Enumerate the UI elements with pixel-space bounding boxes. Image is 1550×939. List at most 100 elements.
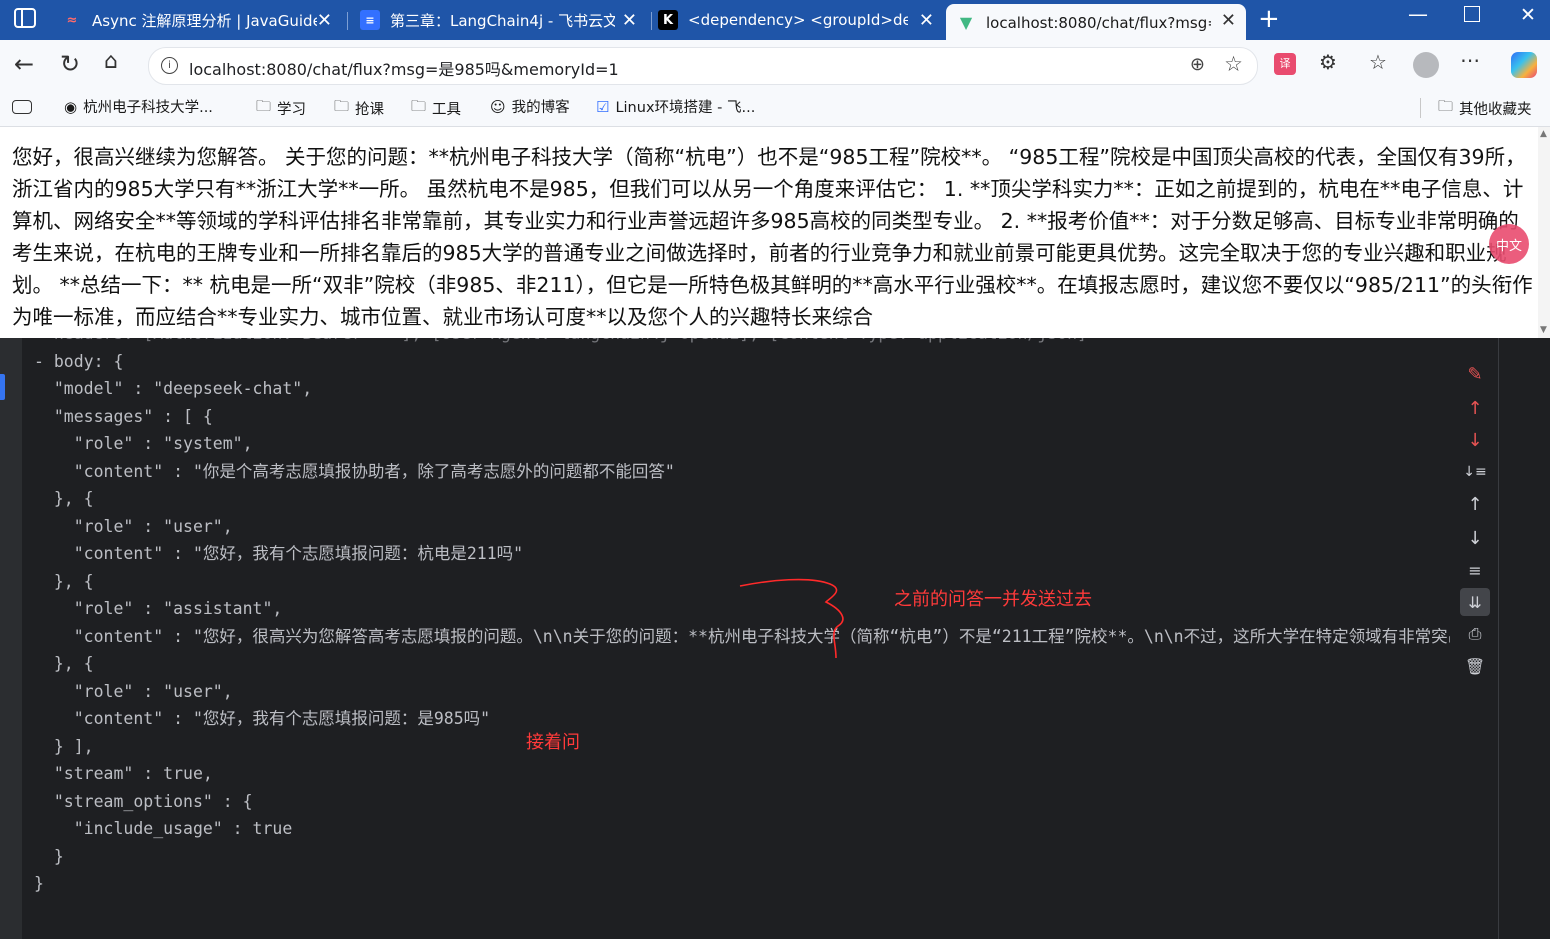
console-line: "stream_options" : { (34, 791, 253, 811)
bookmarks-bar: ◉ 杭州电子科技大学... 🗀 学习 🗀 抢课 🗀 工具 ☺ 我的博客 ☑ Linux环境搭… (0, 90, 1550, 127)
feishu-doc-icon: ☑ (596, 97, 610, 116)
tab-title: localhost:8080/chat/flux?msg=是98 (986, 13, 1211, 32)
folder-icon: 🗀 (1438, 97, 1454, 115)
bookmark-linux[interactable]: ☑ Linux环境搭建 - 飞... (596, 96, 755, 117)
bookmark-divider (1420, 98, 1421, 118)
kimi-icon: K (658, 10, 678, 30)
tab-actions-icon[interactable] (14, 8, 36, 28)
console-line: }, { (34, 489, 94, 508)
tab-localhost[interactable]: ▼ localhost:8080/chat/flux?msg=是98 ✕ (946, 4, 1246, 40)
close-icon[interactable]: ✕ (622, 10, 637, 31)
close-icon[interactable]: ✕ (919, 10, 934, 31)
site-info-icon[interactable]: i (161, 57, 178, 74)
page-scrollbar[interactable]: ▲ ▼ (1538, 127, 1550, 338)
trash-icon[interactable]: 🗑 (1460, 652, 1490, 680)
translate-float-button[interactable]: 中文 (1489, 224, 1529, 264)
bookmark-label: Linux环境搭建 - 飞... (615, 100, 756, 116)
blog-avatar-icon: ☺ (490, 97, 506, 116)
bookmark-folder-tools[interactable]: 🗀 工具 (411, 96, 461, 121)
tab-kimi[interactable]: K <dependency> <groupId>dev.la ✕ (648, 4, 944, 36)
close-icon[interactable]: ✕ (1221, 10, 1236, 31)
bookmark-label: 其他收藏夹 (1459, 102, 1532, 118)
more-menu-icon[interactable]: ⋯ (1460, 48, 1480, 72)
active-tool-marker (0, 374, 5, 400)
console-line: "messages" : [ { (34, 406, 213, 426)
window-close-icon[interactable]: ✕ (1520, 4, 1536, 26)
bookmark-blog[interactable]: ☺ 我的博客 (490, 96, 570, 117)
home-icon[interactable]: ⌂ (104, 49, 118, 74)
ide-left-gutter (0, 338, 22, 939)
console-line: } (34, 846, 64, 866)
console-line: "role" : "user", (34, 681, 233, 701)
bookmark-folder-study[interactable]: 🗀 学习 (256, 96, 306, 121)
bookmark-hdu[interactable]: ◉ 杭州电子科技大学... (64, 96, 213, 117)
back-icon[interactable]: ← (14, 50, 34, 78)
scroll-down-arrow-icon[interactable]: ▼ (1540, 325, 1547, 335)
console-line: } (34, 874, 44, 893)
bookmark-other-folder[interactable]: 🗀 其他收藏夹 (1438, 96, 1532, 121)
console-line: "model" : "deepseek-chat", (34, 379, 313, 398)
feishu-doc-icon: ≡ (360, 10, 380, 30)
bookmark-manager-icon[interactable] (12, 100, 32, 114)
extensions-icon[interactable]: ⚙ (1319, 50, 1337, 74)
favorites-icon[interactable]: ☆ (1369, 50, 1387, 74)
vue-icon: ▼ (959, 12, 973, 32)
refresh-icon[interactable]: ↻ (60, 50, 80, 78)
console-line: "role" : "user", (34, 516, 233, 536)
sort-icon[interactable]: ↓≡ (1460, 458, 1490, 486)
bookmark-label: 工具 (432, 102, 462, 118)
console-line: "stream" : true, (34, 764, 213, 783)
new-tab-icon[interactable]: + (1258, 4, 1280, 34)
console-line: - body: { (34, 351, 124, 371)
tab-title: Async 注解原理分析 | JavaGuide (92, 11, 317, 30)
zoom-icon[interactable]: ⊕ (1190, 54, 1205, 75)
ide-run-panel: - headers: [Authorization: Bearer ***], … (0, 338, 1550, 939)
bookmark-folder-course[interactable]: 🗀 抢课 (334, 96, 384, 121)
console-line: } ], (34, 736, 94, 756)
translate-extension-icon[interactable]: 译 (1274, 53, 1296, 75)
bookmark-label: 抢课 (355, 102, 385, 118)
bookmark-label: 学习 (277, 102, 307, 118)
browser-tab-bar: ≈ Async 注解原理分析 | JavaGuide ✕ ≡ 第三章：LangC… (0, 0, 1550, 40)
scroll-to-end-icon[interactable]: ⇊ (1460, 588, 1490, 616)
maximize-icon[interactable] (1464, 6, 1480, 22)
folder-icon: 🗀 (256, 97, 272, 115)
console-line: "role" : "system", (34, 434, 253, 453)
minimize-icon[interactable]: — (1408, 2, 1428, 26)
flux-response-text: 您好，很高兴继续为您解答。 关于您的问题：**杭州电子科技大学（简称“杭电”）也… (12, 145, 1533, 329)
javaguide-icon: ≈ (66, 12, 78, 28)
tab-feishu[interactable]: ≡ 第三章：LangChain4j - 飞书云文档 ✕ (350, 4, 647, 36)
console-line: "content" : "您好，我有个志愿填报问题：杭电是211吗" (34, 544, 524, 563)
prev-error-icon[interactable]: ↑ (1460, 394, 1490, 422)
print-icon[interactable]: ⎙ (1460, 620, 1490, 648)
annotation-followup: 接着问 (526, 732, 580, 753)
annotation-brace-drawing (739, 578, 844, 659)
page-content: 您好，很高兴继续为您解答。 关于您的问题：**杭州电子科技大学（简称“杭电”）也… (0, 127, 1550, 338)
tab-title: <dependency> <groupId>dev.la (688, 11, 908, 29)
browser-toolbar: ← ↻ ⌂ i localhost:8080/chat/flux?msg=是98… (0, 40, 1550, 90)
annotation-previous-qa: 之前的问答一并发送过去 (894, 589, 1092, 610)
scroll-down-icon[interactable]: ↓ (1460, 524, 1490, 552)
tab-javaguide[interactable]: ≈ Async 注解原理分析 | JavaGuide ✕ (52, 4, 342, 36)
ide-divider (1498, 338, 1499, 939)
address-bar[interactable]: i localhost:8080/chat/flux?msg=是985吗&mem… (148, 47, 1258, 85)
folder-icon: 🗀 (411, 97, 427, 115)
clear-highlight-icon[interactable]: ✎ (1460, 360, 1490, 388)
profile-avatar[interactable] (1413, 52, 1439, 78)
console-toolbar: ✎ ↑ ↓ ↓≡ ↑ ↓ ≡ ⇊ ⎙ 🗑 (1452, 352, 1498, 939)
console-line: "content" : "你是个高考志愿填报协助者，除了高考志愿外的问题都不能回… (34, 461, 675, 481)
scroll-up-icon[interactable]: ↑ (1460, 490, 1490, 518)
tab-separator (347, 12, 348, 30)
bookmark-label: 我的博客 (511, 100, 570, 116)
next-error-icon[interactable]: ↓ (1460, 426, 1490, 454)
console-line: "include_usage" : true (34, 819, 293, 838)
folder-icon: 🗀 (334, 97, 350, 115)
soft-wrap-icon[interactable]: ≡ (1460, 556, 1490, 584)
copilot-icon[interactable] (1511, 52, 1537, 78)
console-line: "content" : "您好，我有个志愿填报问题：是985吗" (34, 709, 491, 728)
tab-title: 第三章：LangChain4j - 飞书云文档 (390, 11, 615, 30)
favorite-star-icon[interactable]: ☆ (1224, 52, 1243, 76)
bookmark-label: 杭州电子科技大学... (83, 100, 213, 116)
scroll-up-arrow-icon[interactable]: ▲ (1540, 129, 1547, 139)
close-icon[interactable]: ✕ (317, 10, 332, 31)
